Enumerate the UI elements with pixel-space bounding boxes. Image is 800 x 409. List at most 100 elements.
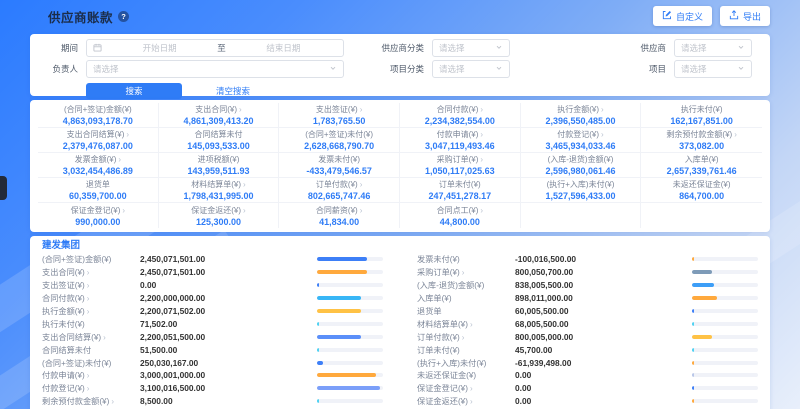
chevron-down-icon <box>495 43 503 53</box>
stat-label: 执行未付(¥) <box>681 104 723 115</box>
metric-bar-fill <box>692 399 694 403</box>
chevron-right-icon: › <box>360 105 363 114</box>
metric-bar-fill <box>692 348 694 352</box>
metric-label[interactable]: 剩余预付款金额(¥)› <box>42 395 140 407</box>
stat-value: 60,359,700.00 <box>69 191 127 201</box>
stat-cell[interactable]: 付款申请(¥)›3,047,119,493.46 <box>400 128 521 153</box>
stat-value: 2,234,382,554.00 <box>425 116 495 126</box>
metric-bar-fill <box>692 309 694 313</box>
owner-select[interactable]: 请选择 <box>86 60 344 78</box>
metric-row: 未返还保证金(¥)0.00 <box>417 369 758 382</box>
metric-label[interactable]: 材料结算单(¥)› <box>417 318 515 330</box>
search-button[interactable]: 搜索 <box>86 83 182 99</box>
metric-bar <box>692 322 758 326</box>
stat-cell[interactable]: 剩余预付款金额(¥)›373,082.00 <box>641 128 762 153</box>
filter-actions: 搜索 清空搜索 <box>86 83 752 99</box>
clear-search-link[interactable]: 清空搜索 <box>216 85 250 97</box>
stat-label: 支出签证(¥)› <box>316 104 362 115</box>
metric-label[interactable]: 付款登记(¥)› <box>42 382 140 394</box>
stat-cell[interactable]: 保证金登记(¥)›990,000.00 <box>38 203 159 228</box>
metric-label[interactable]: 付款申请(¥)› <box>42 369 140 381</box>
metric-bar <box>692 399 758 403</box>
stat-label: 执行金额(¥)› <box>557 104 603 115</box>
stat-value: 41,834.00 <box>319 217 359 227</box>
stat-cell[interactable]: 材料结算单(¥)›1,798,431,995.00 <box>159 178 280 203</box>
metric-row: 采购订单(¥)›800,050,700.00 <box>417 266 758 279</box>
metric-row: 保证金返还(¥)›0.00 <box>417 395 758 408</box>
chevron-right-icon: › <box>243 206 246 215</box>
chevron-right-icon: › <box>470 384 473 393</box>
chevron-right-icon: › <box>87 384 90 393</box>
metric-label[interactable]: 支出合同(¥)› <box>42 266 140 278</box>
metric-bar <box>692 309 758 313</box>
stat-label: 保证金返还(¥)› <box>191 205 245 216</box>
metric-value: 0.00 <box>515 396 619 406</box>
stat-cell[interactable]: 支出签证(¥)›1,783,765.50 <box>279 103 400 128</box>
stat-cell[interactable]: 发票金额(¥)›3,032,454,486.89 <box>38 153 159 178</box>
supplier-category-select[interactable]: 请选择 <box>432 39 510 57</box>
stat-value: 1,783,765.50 <box>313 116 366 126</box>
stat-cell[interactable]: 支出合同(¥)›4,861,309,413.20 <box>159 103 280 128</box>
metric-value: 3,100,016,500.00 <box>140 383 244 393</box>
metric-label[interactable]: 保证金登记(¥)› <box>417 382 515 394</box>
stat-cell[interactable]: 订单付款(¥)›802,665,747.46 <box>279 178 400 203</box>
stat-label: 付款登记(¥)› <box>557 129 603 140</box>
chevron-right-icon: › <box>480 105 483 114</box>
date-range-picker[interactable]: 开始日期 至 结束日期 <box>86 39 344 57</box>
stat-cell[interactable]: 合同付款(¥)›2,234,382,554.00 <box>400 103 521 128</box>
stat-value: 125,300.00 <box>196 217 241 227</box>
help-icon[interactable]: ? <box>118 11 129 22</box>
stat-label: 合同付款(¥)› <box>437 104 483 115</box>
export-button[interactable]: 导出 <box>720 6 770 26</box>
metric-bar <box>317 386 383 390</box>
stat-label: 订单未付(¥) <box>439 179 481 190</box>
date-end-input[interactable]: 结束日期 <box>230 42 337 54</box>
metric-label: (入库-退货)金额(¥) <box>417 279 515 291</box>
metric-label[interactable]: 采购订单(¥)› <box>417 266 515 278</box>
metric-label[interactable]: 合同付款(¥)› <box>42 292 140 304</box>
metric-bar <box>692 283 758 287</box>
metric-label[interactable]: 订单付款(¥)› <box>417 331 515 343</box>
metric-label[interactable]: 执行金额(¥)› <box>42 305 140 317</box>
project-select[interactable]: 请选择 <box>674 60 752 78</box>
stat-cell[interactable]: 支出合同结算(¥)›2,379,476,087.00 <box>38 128 159 153</box>
metric-label[interactable]: 保证金返还(¥)› <box>417 395 515 407</box>
sidebar-collapse-handle[interactable] <box>0 176 7 200</box>
stat-value: 2,628,668,790.70 <box>304 141 374 151</box>
stat-cell[interactable]: 付款登记(¥)›3,465,934,033.46 <box>521 128 642 153</box>
date-start-input[interactable]: 开始日期 <box>106 42 213 54</box>
stat-cell[interactable]: 采购订单(¥)›1,050,117,025.63 <box>400 153 521 178</box>
chevron-right-icon: › <box>480 130 483 139</box>
metric-bar-fill <box>692 386 694 390</box>
stat-cell[interactable]: 合同薪资(¥)›41,834.00 <box>279 203 400 228</box>
metric-bar <box>692 373 758 377</box>
metric-bar <box>317 257 383 261</box>
header-actions: 自定义 导出 <box>653 6 770 26</box>
chevron-right-icon: › <box>103 333 106 342</box>
group-name[interactable]: 建发集团 <box>42 239 758 252</box>
metric-value: 838,005,500.00 <box>515 280 619 290</box>
metric-bar <box>692 361 758 365</box>
metric-label: (合同+签证)未付(¥) <box>42 357 140 369</box>
stat-cell[interactable]: 执行金额(¥)›2,396,550,485.00 <box>521 103 642 128</box>
metric-value: 800,005,000.00 <box>515 332 619 342</box>
metric-label[interactable]: 支出合同结算(¥)› <box>42 331 140 343</box>
chevron-right-icon: › <box>243 180 246 189</box>
metric-bar <box>692 270 758 274</box>
metric-bar-fill <box>317 296 361 300</box>
project-category-select[interactable]: 请选择 <box>432 60 510 78</box>
metric-bar <box>317 361 383 365</box>
period-label: 期间 <box>48 42 78 54</box>
metric-label: 合同结算未付 <box>42 344 140 356</box>
metric-bar <box>317 373 383 377</box>
stat-cell[interactable]: 合同点工(¥)›44,800.00 <box>400 203 521 228</box>
chevron-right-icon: › <box>87 281 90 290</box>
chevron-right-icon: › <box>87 294 90 303</box>
stat-value: 1,527,596,433.00 <box>545 191 615 201</box>
chevron-right-icon: › <box>122 206 125 215</box>
metric-label[interactable]: 支出签证(¥)› <box>42 279 140 291</box>
supplier-select[interactable]: 请选择 <box>674 39 752 57</box>
stat-cell[interactable]: 保证金返还(¥)›125,300.00 <box>159 203 280 228</box>
customize-button[interactable]: 自定义 <box>653 6 712 26</box>
owner-label: 负责人 <box>48 63 78 75</box>
